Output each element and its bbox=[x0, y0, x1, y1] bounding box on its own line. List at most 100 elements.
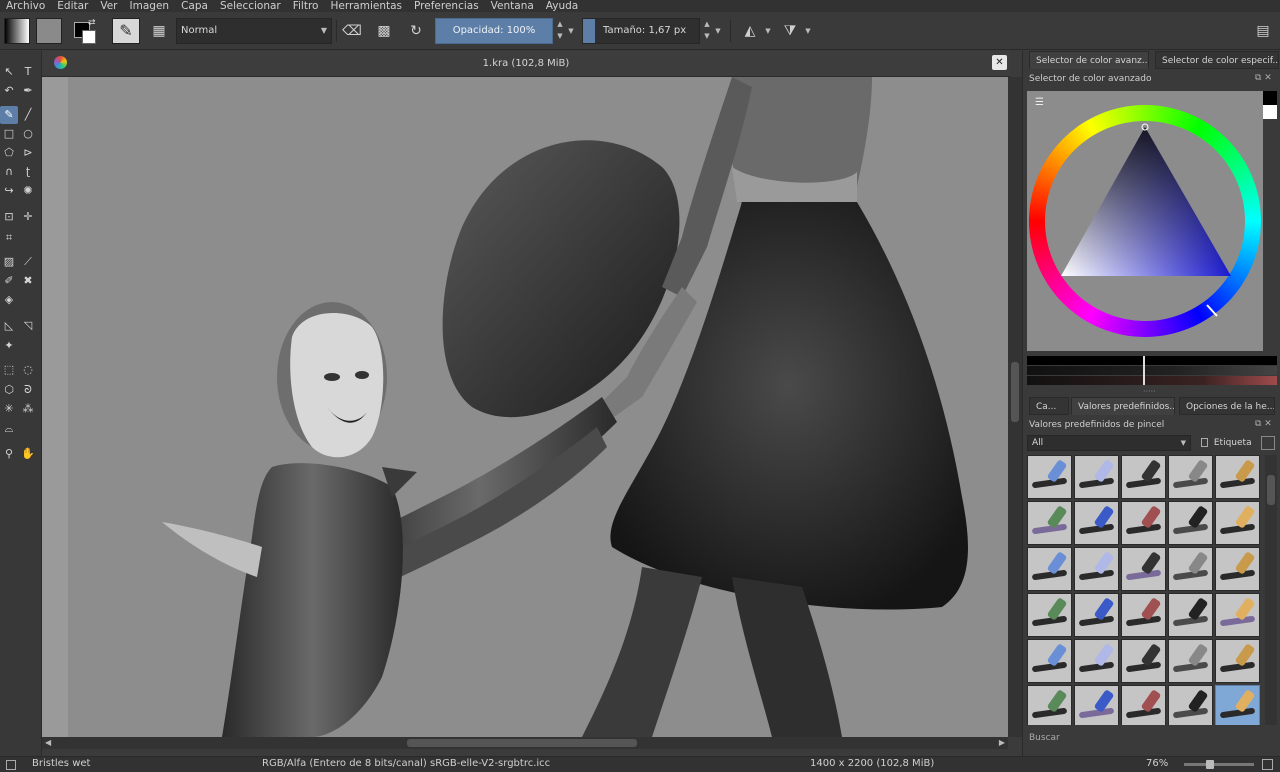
freehand-path-tool-icon[interactable]: ʈ bbox=[19, 163, 37, 181]
menu-item-archivo[interactable]: Archivo bbox=[0, 0, 51, 12]
ellipse-tool-icon[interactable]: ○ bbox=[19, 125, 37, 143]
color-history-strip[interactable] bbox=[1263, 91, 1277, 125]
canvas[interactable] bbox=[42, 77, 1008, 737]
size-options-chevron-icon[interactable]: ▼ bbox=[713, 18, 723, 44]
brush-preset-tile[interactable] bbox=[1168, 639, 1213, 683]
presets-tag-filter[interactable]: All ▼ bbox=[1027, 435, 1191, 451]
canvas-vertical-scrollbar[interactable] bbox=[1008, 77, 1022, 737]
scroll-right-icon[interactable]: ▶ bbox=[999, 737, 1005, 749]
slider-cursor[interactable] bbox=[1143, 356, 1145, 385]
tab-specific-color-selector[interactable]: Selector de color especif... bbox=[1155, 51, 1279, 69]
scrollbar-thumb[interactable] bbox=[1267, 475, 1275, 505]
tab-ca[interactable]: Ca... bbox=[1029, 397, 1069, 415]
brush-preset-tile[interactable] bbox=[1074, 455, 1119, 499]
brush-preset-tile[interactable] bbox=[1121, 685, 1166, 725]
bezier-curve-tool-icon[interactable]: ∩ bbox=[0, 163, 18, 181]
zoom-slider[interactable] bbox=[1184, 760, 1254, 769]
hue-slider[interactable] bbox=[1027, 376, 1277, 385]
tag-button[interactable]: Etiqueta bbox=[1201, 435, 1257, 451]
dynamic-brush-tool-icon[interactable]: ↪ bbox=[0, 182, 18, 200]
brush-size-slider[interactable]: Tamaño: 1,67 px bbox=[582, 18, 700, 44]
smart-patch-tool-icon[interactable]: ✖ bbox=[19, 272, 37, 290]
brush-preset-tile[interactable] bbox=[1168, 547, 1213, 591]
tab-advanced-color-selector[interactable]: Selector de color avanz... bbox=[1029, 51, 1149, 69]
brush-preset-tile[interactable] bbox=[1121, 455, 1166, 499]
menu-item-ventana[interactable]: Ventana bbox=[485, 0, 540, 12]
brush-preset-tile[interactable] bbox=[1121, 639, 1166, 683]
brush-preset-tile[interactable] bbox=[1215, 685, 1260, 725]
swatch-white[interactable] bbox=[1263, 105, 1277, 119]
workspace-chooser-icon[interactable]: ▤ bbox=[1250, 18, 1276, 44]
brush-preset-tile[interactable] bbox=[1121, 593, 1166, 637]
mirror-vertical-chevron-icon[interactable]: ▼ bbox=[803, 18, 813, 44]
presets-search-field[interactable]: Buscar bbox=[1029, 733, 1060, 743]
gradient-tool-icon[interactable]: ▨ bbox=[0, 253, 18, 271]
saturation-slider[interactable] bbox=[1027, 366, 1277, 375]
text-tool-icon[interactable]: T bbox=[19, 63, 37, 81]
brush-settings-icon[interactable]: ▦ bbox=[146, 18, 172, 44]
polyline-tool-icon[interactable]: ⊳ bbox=[19, 144, 37, 162]
brush-preset-tile[interactable] bbox=[1027, 593, 1072, 637]
brush-preset-tile[interactable] bbox=[1215, 547, 1260, 591]
assistant-tool-icon[interactable]: ◺ bbox=[0, 317, 18, 335]
tab-brush-presets[interactable]: Valores predefinidos... bbox=[1071, 397, 1175, 415]
panel-float-close-icon[interactable]: ⧉ ✕ bbox=[1255, 73, 1272, 83]
rectangle-tool-icon[interactable]: □ bbox=[0, 125, 18, 143]
polygon-tool-icon[interactable]: ⬠ bbox=[0, 144, 18, 162]
reference-images-tool-icon[interactable]: ✦ bbox=[0, 337, 18, 355]
edit-shapes-tool-icon[interactable]: ↶ bbox=[0, 82, 18, 100]
freehand-brush-tool-icon[interactable]: ✎ bbox=[0, 106, 18, 124]
brush-preset-tile[interactable] bbox=[1168, 455, 1213, 499]
brush-preset-tile[interactable] bbox=[1027, 639, 1072, 683]
scrollbar-thumb[interactable] bbox=[407, 739, 637, 747]
brush-preset-tile[interactable] bbox=[1121, 501, 1166, 545]
color-sliders[interactable] bbox=[1027, 356, 1277, 386]
similar-color-selection-tool-icon[interactable]: ⁂ bbox=[19, 400, 37, 418]
rectangular-selection-tool-icon[interactable]: ⬚ bbox=[0, 361, 18, 379]
fit-canvas-icon[interactable] bbox=[1262, 759, 1273, 770]
eraser-mode-icon[interactable]: ⌫ bbox=[339, 18, 365, 44]
scroll-left-icon[interactable]: ◀ bbox=[45, 737, 51, 749]
crop-tool-icon[interactable]: ⌗ bbox=[0, 229, 18, 247]
brush-preset-tile[interactable] bbox=[1121, 547, 1166, 591]
brush-preset-tile[interactable] bbox=[1027, 685, 1072, 725]
display-mode-icon[interactable] bbox=[1261, 436, 1275, 450]
colorize-mask-tool-icon[interactable]: ✐ bbox=[0, 272, 18, 290]
gradient-selector[interactable] bbox=[4, 18, 30, 44]
color-wheel[interactable] bbox=[1027, 91, 1263, 351]
preserve-alpha-icon[interactable]: ▩ bbox=[371, 18, 397, 44]
multibrush-tool-icon[interactable]: ✺ bbox=[19, 182, 37, 200]
brush-preset-tile[interactable] bbox=[1027, 547, 1072, 591]
color-picker-tool-icon[interactable]: ⟋ bbox=[19, 253, 37, 271]
menu-item-ayuda[interactable]: Ayuda bbox=[540, 0, 584, 12]
mirror-vertical-icon[interactable]: ⧩ bbox=[777, 18, 803, 44]
close-document-icon[interactable]: ✕ bbox=[992, 55, 1007, 70]
mirror-horizontal-icon[interactable]: ◭ bbox=[737, 18, 763, 44]
size-spin-buttons[interactable]: ▲ ▼ bbox=[702, 18, 712, 44]
measure-tool-icon[interactable]: ◹ bbox=[19, 317, 37, 335]
brush-preset-tile[interactable] bbox=[1215, 501, 1260, 545]
brush-preset-tile[interactable] bbox=[1074, 685, 1119, 725]
select-shapes-tool-icon[interactable]: ↖ bbox=[0, 63, 18, 81]
menu-item-preferencias[interactable]: Preferencias bbox=[408, 0, 485, 12]
brush-preset-tile[interactable] bbox=[1027, 455, 1072, 499]
brush-preset-tile[interactable] bbox=[1215, 639, 1260, 683]
brush-preset-tile[interactable] bbox=[1074, 547, 1119, 591]
elliptical-selection-tool-icon[interactable]: ◌ bbox=[19, 361, 37, 379]
swap-colors-icon[interactable]: ⇄ bbox=[88, 18, 96, 28]
move-tool-icon[interactable]: ✛ bbox=[19, 208, 37, 226]
menu-item-capa[interactable]: Capa bbox=[175, 0, 214, 12]
polygonal-selection-tool-icon[interactable]: ⬡ bbox=[0, 381, 18, 399]
brush-preset-button[interactable]: ✎ bbox=[112, 18, 140, 44]
line-tool-icon[interactable]: ╱ bbox=[19, 106, 37, 124]
fill-tool-icon[interactable]: ◈ bbox=[0, 291, 18, 309]
opacity-spin-buttons[interactable]: ▲ ▼ bbox=[555, 18, 565, 44]
contiguous-selection-tool-icon[interactable]: ✳ bbox=[0, 400, 18, 418]
brush-preset-tile[interactable] bbox=[1168, 593, 1213, 637]
mirror-horizontal-chevron-icon[interactable]: ▼ bbox=[763, 18, 773, 44]
freehand-selection-tool-icon[interactable]: ᘐ bbox=[19, 381, 37, 399]
panel-float-close-icon[interactable]: ⧉ ✕ bbox=[1255, 419, 1272, 429]
brush-preset-tile[interactable] bbox=[1168, 685, 1213, 725]
brush-preset-tile[interactable] bbox=[1215, 455, 1260, 499]
zoom-slider-knob[interactable] bbox=[1206, 760, 1214, 769]
